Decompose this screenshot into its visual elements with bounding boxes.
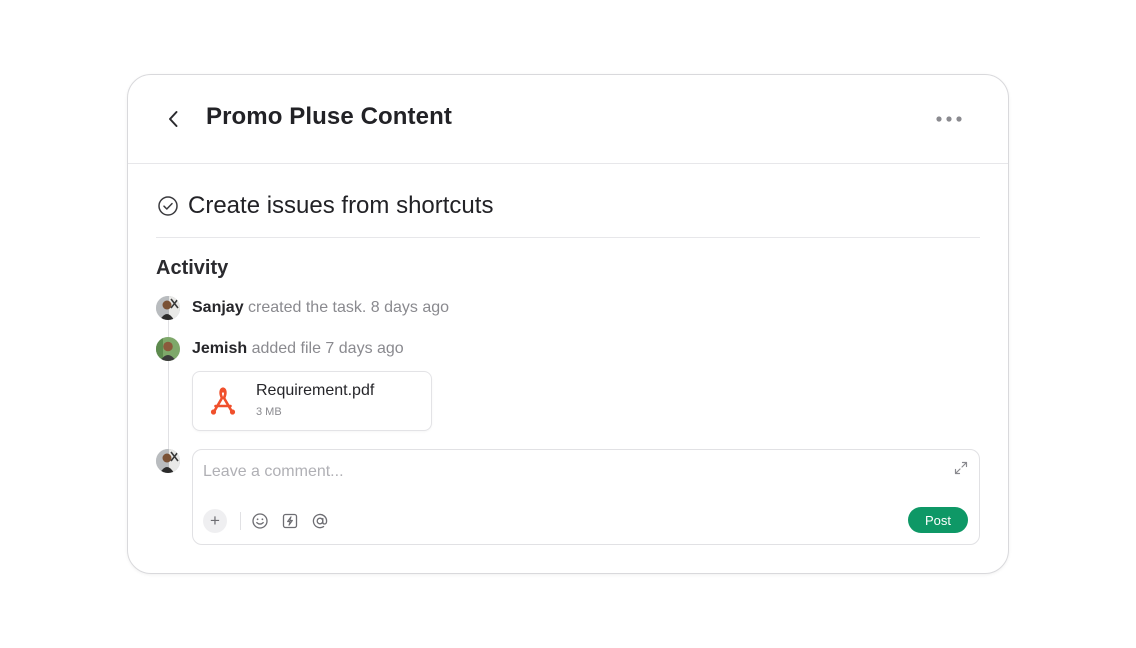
task-panel: Promo Pluse Content Create issues from s… — [127, 74, 1009, 574]
comment-input[interactable] — [203, 460, 923, 484]
page-title: Promo Pluse Content — [206, 103, 452, 130]
avatar — [156, 296, 180, 320]
file-attachment[interactable]: Requirement.pdf 3 MB — [192, 371, 432, 431]
activity-user[interactable]: Jemish — [192, 340, 247, 357]
plus-icon: + — [210, 511, 220, 530]
expand-icon[interactable] — [953, 460, 969, 476]
emoji-icon[interactable] — [251, 512, 269, 530]
task-row: Create issues from shortcuts — [156, 191, 980, 238]
add-attachment-button[interactable]: + — [203, 509, 227, 533]
chevron-left-icon — [169, 111, 178, 127]
mention-icon[interactable] — [311, 512, 329, 530]
more-horizontal-icon — [936, 116, 962, 122]
activity-text: created the task. 8 days ago — [243, 299, 450, 316]
pdf-icon — [210, 387, 236, 415]
back-button[interactable] — [162, 107, 186, 131]
activity-heading: Activity — [156, 257, 229, 279]
activity-user[interactable]: Sanjay — [192, 299, 244, 316]
panel-header: Promo Pluse Content — [128, 75, 1008, 164]
file-name: Requirement.pdf — [256, 382, 375, 399]
activity-item: Jemish added file 7 days ago — [192, 340, 404, 358]
avatar — [156, 337, 180, 361]
check-circle-icon[interactable] — [157, 195, 179, 217]
activity-text: added file 7 days ago — [247, 340, 404, 357]
activity-item: Sanjay created the task. 8 days ago — [192, 299, 449, 317]
lightning-icon[interactable] — [281, 512, 299, 530]
toolbar-divider — [240, 512, 241, 530]
task-title: Create issues from shortcuts — [188, 192, 494, 219]
post-button[interactable]: Post — [908, 507, 968, 533]
file-size: 3 MB — [256, 406, 282, 418]
comment-composer: + Post — [192, 449, 980, 545]
current-user-avatar — [156, 449, 180, 473]
more-options-button[interactable] — [934, 109, 964, 129]
